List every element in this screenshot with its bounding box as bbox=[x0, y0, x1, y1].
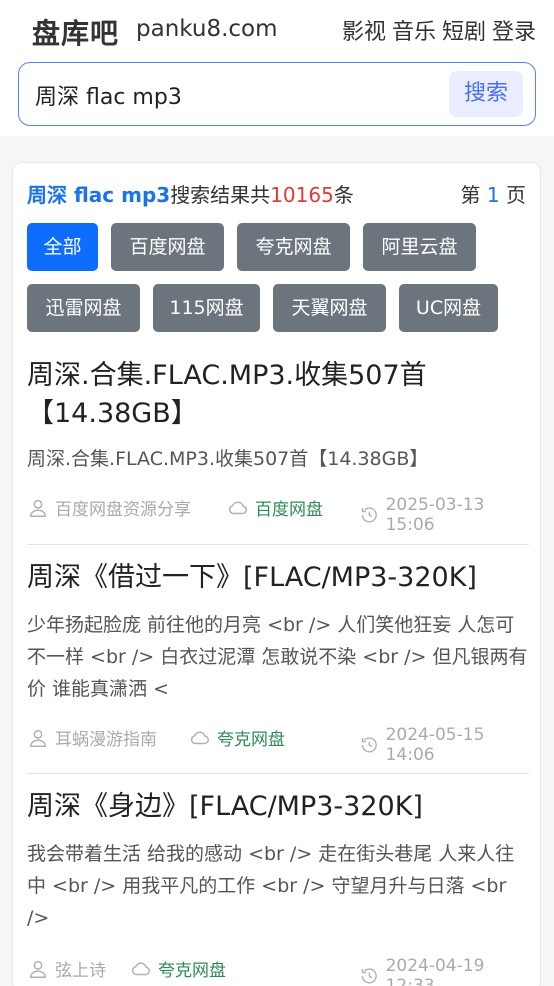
nav-item-music[interactable]: 音乐 bbox=[392, 14, 436, 46]
meta-disk: 夸克网盘 bbox=[189, 725, 285, 750]
user-icon bbox=[29, 729, 47, 747]
user-icon bbox=[29, 499, 47, 517]
summary-keyword: 周深 flac mp3 bbox=[27, 183, 171, 207]
filter-115[interactable]: 115网盘 bbox=[153, 284, 260, 332]
page-indicator: 第 1 页 bbox=[461, 179, 526, 208]
nav-item-short-drama[interactable]: 短剧 bbox=[442, 14, 486, 46]
cloud-icon bbox=[131, 962, 150, 975]
history-clock-icon bbox=[361, 507, 377, 523]
author-name: 百度网盘资源分享 bbox=[55, 500, 191, 520]
history-clock-icon bbox=[361, 968, 377, 984]
top-nav: 影视 音乐 短剧 登录 bbox=[342, 14, 536, 46]
post-date: 2024-04-19 12:33 bbox=[385, 956, 485, 986]
result-meta: 弦上诗 夸克网盘 2024-04-19 12:33 bbox=[27, 956, 529, 986]
meta-disk: 百度网盘 bbox=[227, 495, 323, 520]
author-name: 弦上诗 bbox=[55, 961, 106, 981]
result-title[interactable]: 周深《借过一下》[FLAC/MP3-320K] bbox=[27, 559, 529, 597]
filter-all[interactable]: 全部 bbox=[27, 223, 98, 271]
result-meta: 耳蜗漫游指南 夸克网盘 2024-05-15 14:06 bbox=[27, 725, 529, 765]
filter-quark[interactable]: 夸克网盘 bbox=[237, 223, 350, 271]
result-title[interactable]: 周深《身边》[FLAC/MP3-320K] bbox=[27, 788, 529, 826]
filter-aliyun[interactable]: 阿里云盘 bbox=[363, 223, 476, 271]
post-date: 2024-05-15 14:06 bbox=[385, 725, 485, 765]
result-description: 少年扬起脸庞 前往他的月亮 <br /> 人们笑他狂妄 人怎可不一样 <br /… bbox=[27, 614, 528, 700]
post-date: 2025-03-13 15:06 bbox=[385, 495, 485, 535]
meta-disk: 夸克网盘 bbox=[130, 956, 226, 981]
meta-author: 弦上诗 bbox=[27, 956, 106, 981]
result-description: 周深.合集.FLAC.MP3.收集507首【14.38GB】 bbox=[27, 448, 429, 470]
results-summary: 周深 flac mp3搜索结果共10165条 bbox=[27, 179, 354, 208]
meta-author: 耳蜗漫游指南 bbox=[27, 725, 157, 750]
user-icon bbox=[29, 960, 47, 978]
cloud-icon bbox=[190, 731, 209, 744]
meta-date: 2024-05-15 14:06 bbox=[359, 725, 529, 765]
page-suffix: 页 bbox=[506, 183, 526, 207]
disk-type: 夸克网盘 bbox=[158, 961, 226, 981]
site-header: 盘库吧 panku8.com 影视 音乐 短剧 登录 周深 flac mp3 搜… bbox=[0, 0, 554, 136]
meta-author: 百度网盘资源分享 bbox=[27, 495, 191, 520]
result-title[interactable]: 周深.合集.FLAC.MP3.收集507首【14.38GB】 bbox=[27, 357, 529, 433]
result-item: 周深《借过一下》[FLAC/MP3-320K] 少年扬起脸庞 前往他的月亮 <b… bbox=[27, 545, 529, 774]
site-logo[interactable]: 盘库吧 bbox=[32, 12, 119, 52]
search-button[interactable]: 搜索 bbox=[449, 71, 523, 117]
result-item: 周深《身边》[FLAC/MP3-320K] 我会带着生活 给我的感动 <br /… bbox=[27, 774, 529, 986]
filter-uc[interactable]: UC网盘 bbox=[399, 284, 498, 332]
page-number: 1 bbox=[486, 183, 500, 207]
nav-item-video[interactable]: 影视 bbox=[342, 14, 386, 46]
result-description: 我会带着生活 给我的感动 <br /> 走在街头巷尾 人来人往中 <br /> … bbox=[27, 843, 515, 929]
site-domain: panku8.com bbox=[136, 16, 278, 42]
summary-text-mid: 搜索结果共 bbox=[170, 183, 271, 207]
result-meta: 百度网盘资源分享 百度网盘 2025-03-13 15:06 bbox=[27, 495, 529, 535]
summary-count: 10165 bbox=[270, 183, 334, 207]
filter-tianyi[interactable]: 天翼网盘 bbox=[273, 284, 386, 332]
meta-date: 2024-04-19 12:33 bbox=[359, 956, 529, 986]
cloud-icon bbox=[228, 501, 247, 514]
meta-date: 2025-03-13 15:06 bbox=[359, 495, 529, 535]
disk-type: 夸克网盘 bbox=[217, 730, 285, 750]
result-item: 周深.合集.FLAC.MP3.收集507首【14.38GB】 周深.合集.FLA… bbox=[27, 357, 529, 545]
results-panel: 周深 flac mp3搜索结果共10165条 第 1 页 全部 百度网盘 夸克网… bbox=[12, 162, 541, 986]
disk-type: 百度网盘 bbox=[255, 500, 323, 520]
filter-baidu[interactable]: 百度网盘 bbox=[111, 223, 224, 271]
filter-xunlei[interactable]: 迅雷网盘 bbox=[27, 284, 140, 332]
search-input[interactable]: 周深 flac mp3 bbox=[35, 79, 182, 111]
page-prefix: 第 bbox=[460, 183, 481, 207]
search-box: 周深 flac mp3 搜索 bbox=[18, 62, 536, 126]
nav-item-login[interactable]: 登录 bbox=[492, 14, 536, 46]
author-name: 耳蜗漫游指南 bbox=[55, 730, 157, 750]
history-clock-icon bbox=[361, 737, 377, 753]
summary-text-end: 条 bbox=[333, 183, 354, 207]
